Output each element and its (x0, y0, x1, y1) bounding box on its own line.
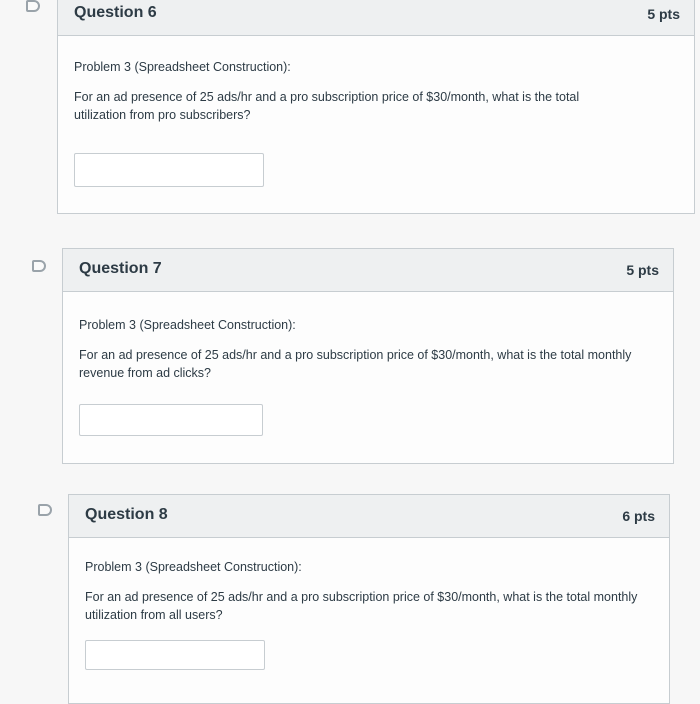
answer-input[interactable] (79, 404, 263, 436)
question-points: 6 pts (622, 508, 655, 524)
question-text: For an ad presence of 25 ads/hr and a pr… (85, 590, 638, 622)
question-header: Question 6 5 pts (58, 0, 694, 36)
question-problem-label: Problem 3 (Spreadsheet Construction): (85, 560, 302, 574)
question-problem-label: Problem 3 (Spreadsheet Construction): (79, 318, 296, 332)
question-8-card: Question 8 6 pts Problem 3 (Spreadsheet … (68, 494, 670, 704)
answer-input[interactable] (85, 640, 265, 670)
question-problem-label: Problem 3 (Spreadsheet Construction): (74, 60, 291, 74)
question-6-card: Question 6 5 pts Problem 3 (Spreadsheet … (57, 0, 695, 214)
question-text: For an ad presence of 25 ads/hr and a pr… (79, 348, 632, 380)
question-points: 5 pts (647, 6, 680, 22)
question-header: Question 7 5 pts (63, 249, 673, 292)
question-7-card: Question 7 5 pts Problem 3 (Spreadsheet … (62, 248, 674, 464)
flag-question-icon[interactable] (38, 504, 52, 516)
question-header: Question 8 6 pts (69, 495, 669, 538)
question-points: 5 pts (626, 262, 659, 278)
flag-question-icon[interactable] (26, 0, 40, 12)
question-text: For an ad presence of 25 ads/hr and a pr… (74, 90, 580, 122)
question-title: Question 7 (79, 260, 162, 277)
question-title: Question 8 (85, 506, 168, 523)
flag-question-icon[interactable] (32, 260, 46, 272)
question-title: Question 6 (74, 4, 157, 21)
answer-input[interactable] (74, 153, 264, 187)
